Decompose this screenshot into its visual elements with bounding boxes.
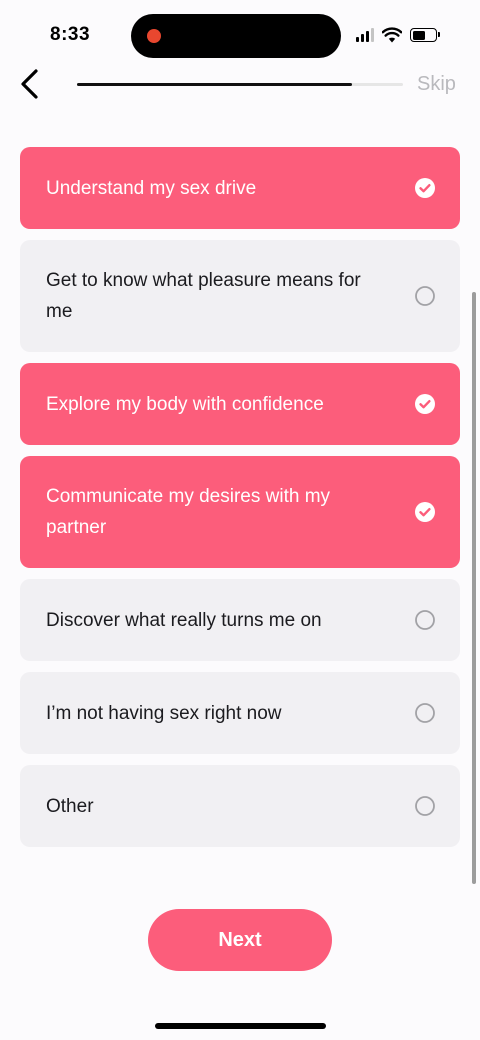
option-label: I’m not having sex right now	[46, 702, 282, 724]
chevron-left-icon	[21, 69, 38, 99]
home-indicator	[155, 1023, 326, 1029]
empty-circle-icon	[415, 796, 435, 816]
wifi-icon	[382, 27, 402, 43]
empty-circle-icon	[415, 286, 435, 306]
progress-bar	[77, 83, 403, 86]
empty-circle-icon	[415, 610, 435, 630]
option-label: Communicate my desires with my partner	[46, 486, 331, 538]
empty-circle-icon	[415, 703, 435, 723]
battery-icon	[410, 28, 440, 42]
checkmark-circle-icon	[415, 502, 435, 522]
scrollbar[interactable]	[472, 292, 476, 884]
back-button[interactable]	[14, 66, 48, 102]
progress-fill	[77, 83, 353, 86]
option-label: Explore my body with confidence	[46, 393, 324, 415]
option-item[interactable]: Explore my body with confidence	[20, 363, 460, 445]
checkmark-circle-icon	[415, 394, 435, 414]
option-label: Discover what really turns me on	[46, 609, 322, 631]
option-item[interactable]: Get to know what pleasure means for me	[20, 240, 460, 352]
skip-button[interactable]: Skip	[417, 73, 456, 96]
option-list: Understand my sex drive Get to know what …	[20, 147, 460, 858]
recording-dot-icon	[147, 29, 161, 43]
checkmark-circle-icon	[415, 178, 435, 198]
cellular-signal-icon	[356, 28, 374, 42]
option-item[interactable]: Understand my sex drive	[20, 147, 460, 229]
dynamic-island	[131, 14, 341, 58]
option-item[interactable]: Discover what really turns me on	[20, 579, 460, 661]
option-label: Other	[46, 795, 94, 817]
option-item[interactable]: Communicate my desires with my partner	[20, 456, 460, 568]
option-label: Get to know what pleasure means for me	[46, 270, 361, 322]
next-button[interactable]: Next	[148, 909, 332, 971]
option-item[interactable]: I’m not having sex right now	[20, 672, 460, 754]
status-time: 8:33	[50, 24, 91, 45]
onboarding-screen: 8:33 Skip Understand my sex drive Get to …	[0, 0, 480, 1040]
option-label: Understand my sex drive	[46, 177, 257, 199]
option-item[interactable]: Other	[20, 765, 460, 847]
status-icons	[356, 26, 440, 44]
